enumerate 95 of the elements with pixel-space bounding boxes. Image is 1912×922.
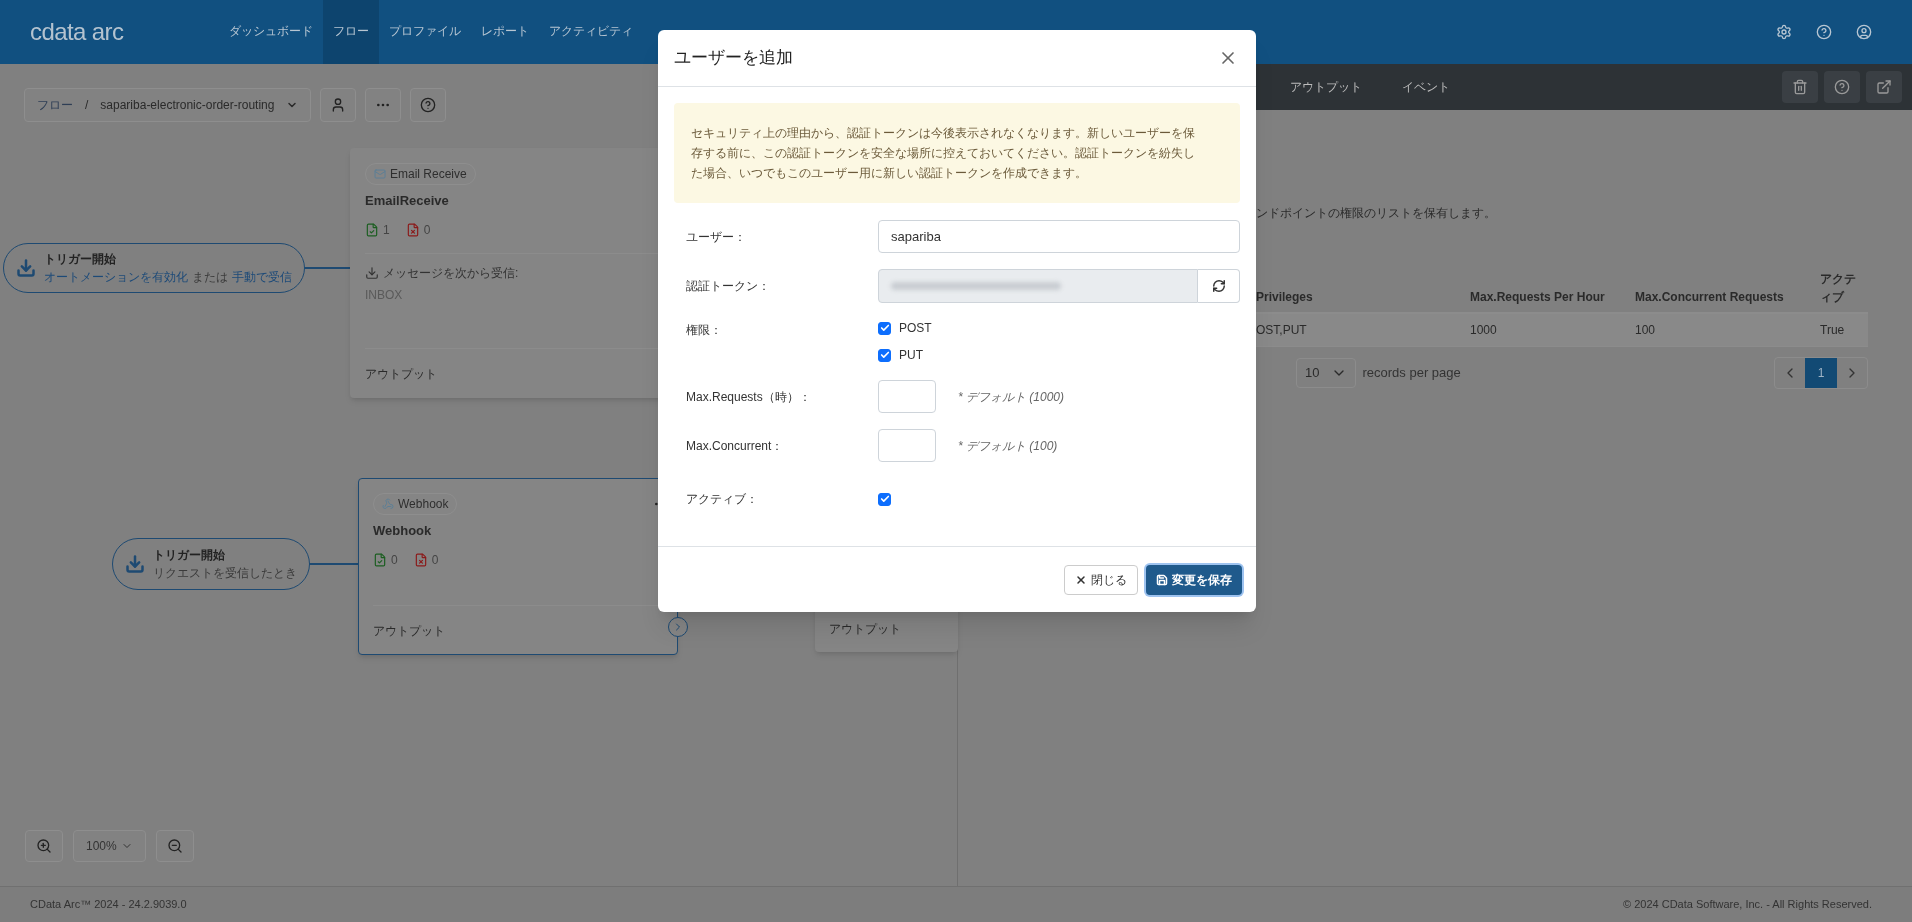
node-name: EmailReceive	[365, 192, 450, 210]
panel-tab[interactable]: アウトプット	[1290, 78, 1362, 96]
column-header: Privileges	[1256, 264, 1470, 313]
external-link-icon	[1876, 79, 1892, 95]
download-icon	[365, 265, 379, 280]
success-count: 1	[383, 221, 390, 239]
column-header: Max.Concurrent Requests	[1635, 264, 1820, 313]
default-hint: * デフォルト (100)	[958, 437, 1058, 455]
trigger-text: または	[192, 269, 228, 286]
logo: cdata arc	[30, 17, 124, 47]
column-header: Max.Requests Per Hour	[1470, 264, 1635, 313]
delete-button[interactable]	[1782, 71, 1818, 103]
file-error-icon	[405, 222, 420, 237]
save-button[interactable]: 変更を保存	[1146, 564, 1242, 595]
file-check-icon	[373, 552, 387, 567]
help-icon	[1834, 79, 1850, 95]
save-icon	[1156, 573, 1168, 586]
output-label: アウトプット	[373, 624, 445, 638]
user-icon[interactable]	[1856, 24, 1872, 40]
nav-tab[interactable]: プロファイル	[379, 0, 472, 64]
help-icon[interactable]	[1816, 24, 1832, 40]
nav-tab[interactable]: アクティビティ	[539, 0, 644, 64]
user-button[interactable]	[320, 88, 357, 122]
panel-description: ンドポイントの権限のリストを保有します。	[1256, 205, 1497, 222]
user-field[interactable]: sapariba	[878, 220, 1240, 253]
table-cell: 100	[1635, 313, 1820, 347]
file-error-icon	[413, 552, 428, 567]
zoom-out-button[interactable]	[155, 830, 194, 862]
check-icon	[879, 350, 890, 360]
error-count: 0	[423, 221, 431, 239]
next-button[interactable]	[668, 617, 688, 637]
panel-tab[interactable]: イベント	[1402, 78, 1450, 96]
checkbox[interactable]	[878, 492, 891, 506]
page-size-label: records per page	[1362, 364, 1461, 383]
flow-node-card[interactable]: Webhook Webhook 0 0 アウトプット	[358, 478, 678, 655]
close-button[interactable]: 閉じる	[1064, 564, 1138, 595]
x-icon	[1075, 573, 1087, 586]
success-count: 0	[391, 551, 398, 569]
max-concurrent-field[interactable]	[878, 429, 936, 462]
connector-name: Webhook	[398, 496, 449, 513]
max-requests-field[interactable]	[878, 380, 936, 413]
download-icon	[125, 554, 145, 574]
refresh-icon	[1211, 279, 1226, 293]
table-cell: True	[1820, 313, 1868, 347]
error-count: 0	[431, 551, 439, 569]
help-button[interactable]	[1824, 71, 1860, 103]
security-notice: セキュリティ上の理由から、認証トークンは今後表示されなくなります。新しいユーザーを保存する前に、この認証トークンを安全な場所に控えておいてください。認証トークンを紛失した場合、いつでもこのユーザー用に新しい認証トークンを作成できます。	[674, 103, 1240, 203]
connector-icon	[382, 498, 394, 510]
settings-icon[interactable]	[1776, 24, 1792, 40]
trigger-title: トリガー開始	[153, 547, 226, 564]
check-icon	[879, 323, 890, 333]
version-text: CData Arc™ 2024 - 24.2.9039.0	[30, 897, 187, 913]
trigger-node[interactable]: トリガー開始 オートメーションを有効化 または 手動で受信	[3, 243, 305, 293]
output-label: アウトプット	[829, 621, 901, 638]
output-label: アウトプット	[365, 367, 437, 381]
zoom-out-icon	[166, 838, 183, 854]
node-name: Webhook	[373, 522, 433, 540]
field-label: Max.Concurrent：	[686, 437, 785, 455]
download-icon	[16, 258, 36, 278]
help-button[interactable]	[410, 88, 447, 122]
trash-icon	[1792, 79, 1808, 95]
open-external-button[interactable]	[1866, 71, 1902, 103]
modal-title: ユーザーを追加	[674, 47, 793, 70]
default-hint: * デフォルト (1000)	[958, 388, 1065, 406]
zoom-in-button[interactable]	[25, 830, 63, 862]
column-header: アクティブ	[1820, 264, 1868, 313]
nav-tab[interactable]: フロー	[323, 0, 380, 64]
checkbox[interactable]	[878, 321, 891, 335]
field-label: アクティブ：	[686, 491, 759, 508]
trigger-title: トリガー開始	[44, 251, 117, 268]
file-check-icon	[365, 222, 379, 237]
connector-name: Email Receive	[390, 166, 467, 183]
zoom-level-dropdown[interactable]: 100%	[73, 830, 146, 862]
breadcrumb-separator: /	[85, 97, 89, 114]
nav-tab[interactable]: ダッシュボード	[219, 0, 324, 64]
page-size-select[interactable]: 10	[1296, 358, 1357, 388]
flow-name[interactable]: sapariba-electronic-order-routing	[100, 96, 275, 114]
nav-tab[interactable]: レポート	[471, 0, 540, 64]
breadcrumb[interactable]: フロー / sapariba-electronic-order-routing	[24, 88, 312, 122]
trigger-link[interactable]: オートメーションを有効化	[44, 268, 188, 286]
table-cell: 1000	[1470, 313, 1635, 347]
copyright-text: © 2024 CData Software, Inc. - All Rights Reserved.	[1623, 897, 1872, 913]
page-button[interactable]: 1	[1805, 358, 1837, 388]
checkbox[interactable]	[878, 348, 891, 362]
zoom-in-icon	[36, 838, 52, 854]
regenerate-button[interactable]	[1198, 269, 1240, 303]
help-icon	[420, 97, 437, 113]
checkbox-label: POST	[899, 320, 932, 337]
breadcrumb-root[interactable]: フロー	[37, 96, 73, 114]
check-icon	[879, 494, 890, 504]
table-cell: OST,PUT	[1256, 313, 1470, 347]
connector-icon	[374, 168, 386, 180]
checkbox-label: PUT	[899, 347, 923, 364]
trigger-link[interactable]: 手動で受信	[232, 268, 292, 286]
receive-label: メッセージを次から受信:	[383, 264, 519, 282]
